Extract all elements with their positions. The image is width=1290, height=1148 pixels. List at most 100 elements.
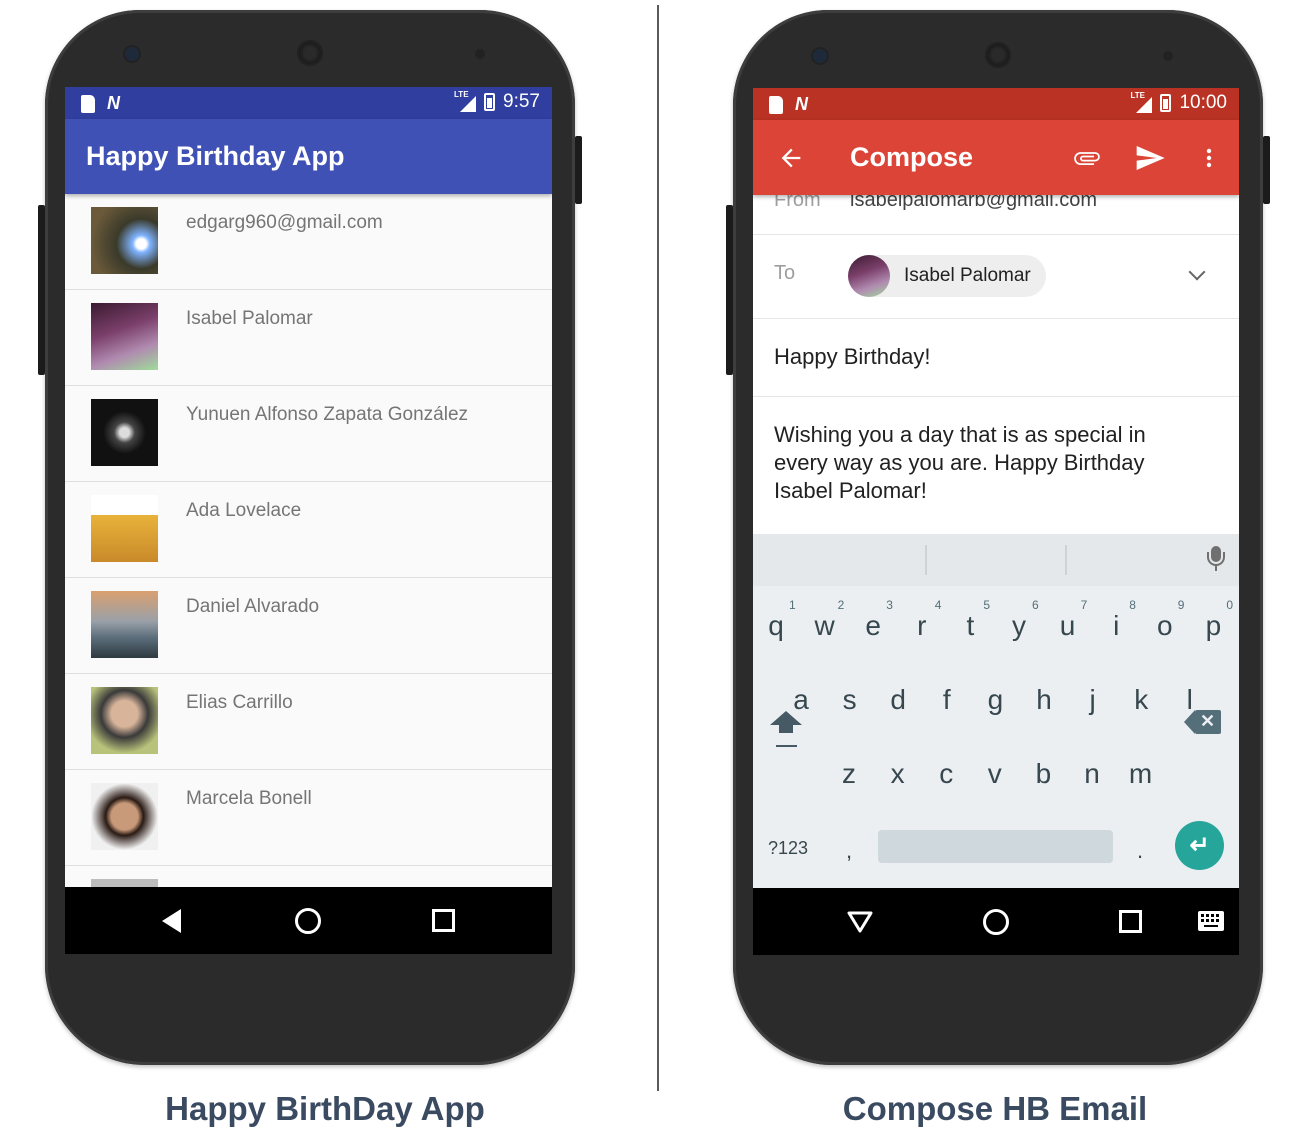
front-camera-icon — [125, 47, 139, 61]
key-q[interactable]: q — [756, 610, 796, 642]
key-c[interactable]: c — [926, 758, 966, 790]
back-down-icon[interactable] — [846, 910, 874, 934]
contact-row[interactable]: edgarg960@gmail.com — [65, 194, 552, 290]
status-time: 9:57 — [503, 91, 540, 112]
key-number-hint: 9 — [1177, 598, 1185, 612]
key-number-hint: 3 — [886, 598, 893, 612]
more-options-icon[interactable] — [1197, 144, 1221, 172]
navigation-bar — [753, 888, 1239, 955]
key-i[interactable]: i — [1096, 610, 1136, 642]
key-b[interactable]: b — [1023, 758, 1063, 790]
key-d[interactable]: d — [878, 684, 918, 716]
key-n[interactable]: n — [1072, 758, 1112, 790]
key-number-hint: 7 — [1080, 598, 1088, 612]
key-z[interactable]: z — [829, 758, 869, 790]
app-bar: Happy Birthday App — [65, 119, 552, 194]
key-w[interactable]: w — [805, 610, 845, 642]
key-k[interactable]: k — [1121, 684, 1161, 716]
to-row: To Isabel Palomar — [753, 234, 1239, 319]
contact-avatar — [91, 207, 158, 274]
recent-apps-icon[interactable] — [432, 909, 455, 932]
contact-row[interactable]: Isabel Palomar — [65, 290, 552, 386]
caption-left: Happy BirthDay App — [165, 1090, 485, 1127]
shift-icon-underline — [776, 745, 797, 747]
volume-button — [726, 205, 733, 375]
contact-row[interactable]: Ada Lovelace — [65, 482, 552, 578]
key-p[interactable]: p — [1193, 610, 1233, 642]
key-o[interactable]: o — [1145, 610, 1185, 642]
contact-list: edgarg960@gmail.com Isabel Palomar Yunue… — [65, 194, 552, 954]
keyboard-switch-icon[interactable] — [1197, 910, 1225, 932]
key-t[interactable]: t — [950, 610, 990, 642]
notification-n-icon: N — [107, 93, 120, 113]
enter-key[interactable]: ↵ — [1175, 821, 1224, 870]
symbols-key[interactable]: ?123 — [768, 838, 808, 859]
lte-signal-icon: LTE — [454, 90, 477, 112]
recipient-chip[interactable]: Isabel Palomar — [848, 255, 1046, 297]
key-m[interactable]: m — [1121, 758, 1161, 790]
front-camera-icon — [813, 49, 827, 63]
shift-icon-stem — [779, 725, 793, 733]
key-number-hint: 1 — [789, 598, 796, 612]
contact-avatar — [91, 687, 158, 754]
key-u[interactable]: u — [1048, 610, 1088, 642]
contact-name: Elias Carrillo — [186, 692, 293, 713]
key-x[interactable]: x — [878, 758, 918, 790]
key-f[interactable]: f — [927, 684, 967, 716]
recent-apps-icon[interactable] — [1119, 910, 1142, 933]
contact-name: edgarg960@gmail.com — [186, 212, 383, 233]
contact-avatar — [91, 783, 158, 850]
send-icon[interactable] — [1134, 142, 1166, 174]
lte-signal-icon: LTE — [1130, 91, 1153, 113]
contact-row[interactable]: Elias Carrillo — [65, 674, 552, 770]
home-icon[interactable] — [983, 909, 1009, 935]
key-r[interactable]: r — [902, 610, 942, 642]
notification-n-icon: N — [795, 94, 808, 114]
subject-field[interactable]: Happy Birthday! — [753, 318, 1239, 397]
status-bar: N LTE 10:00 — [753, 88, 1239, 120]
contact-row[interactable]: Daniel Alvarado — [65, 578, 552, 674]
key-e[interactable]: e — [853, 610, 893, 642]
home-icon[interactable] — [295, 908, 321, 934]
contact-name: Daniel Alvarado — [186, 596, 320, 617]
sd-card-icon — [81, 94, 95, 113]
shift-icon — [770, 711, 802, 725]
app-bar: Compose — [753, 120, 1239, 195]
key-y[interactable]: y — [999, 610, 1039, 642]
contact-name: Yunuen Alfonso Zapata González — [186, 404, 469, 425]
attach-icon[interactable] — [1071, 144, 1103, 172]
back-icon[interactable] — [162, 909, 181, 933]
comma-key[interactable]: , — [846, 838, 852, 864]
key-g[interactable]: g — [975, 684, 1015, 716]
key-number-hint: 2 — [837, 598, 845, 612]
key-number-hint: 6 — [1032, 598, 1039, 612]
period-key[interactable]: . — [1137, 838, 1143, 864]
subject-text: Happy Birthday! — [774, 344, 931, 369]
contact-row[interactable]: Marcela Bonell — [65, 770, 552, 866]
key-number-hint: 4 — [934, 598, 942, 612]
key-h[interactable]: h — [1024, 684, 1064, 716]
sensor-icon — [475, 49, 485, 59]
battery-icon — [484, 93, 496, 111]
microphone-icon[interactable] — [1207, 546, 1225, 571]
suggestion-divider — [925, 545, 927, 575]
key-number-hint: 8 — [1129, 598, 1136, 612]
screen: N LTE 9:57 Happy Birthday App edgarg960@… — [65, 87, 552, 954]
key-v[interactable]: v — [975, 758, 1015, 790]
suggestion-strip — [753, 534, 1239, 586]
contact-avatar — [91, 303, 158, 370]
phone-happy-birthday-app: N LTE 9:57 Happy Birthday App edgarg960@… — [38, 10, 582, 1065]
power-button — [1263, 136, 1270, 204]
chevron-down-icon[interactable] — [1188, 263, 1206, 281]
compose-title: Compose — [850, 142, 974, 172]
key-s[interactable]: s — [830, 684, 870, 716]
status-bar: N LTE 9:57 — [65, 87, 552, 119]
space-key[interactable] — [878, 830, 1113, 863]
email-body-field[interactable]: Wishing you a day that is as special in … — [774, 421, 1204, 505]
key-j[interactable]: j — [1073, 684, 1113, 716]
to-label: To — [774, 262, 796, 284]
contact-row[interactable]: Yunuen Alfonso Zapata González — [65, 386, 552, 482]
sd-card-icon — [769, 95, 783, 114]
backspace-icon[interactable]: ✕ — [1184, 710, 1221, 734]
back-arrow-icon[interactable] — [777, 144, 805, 172]
